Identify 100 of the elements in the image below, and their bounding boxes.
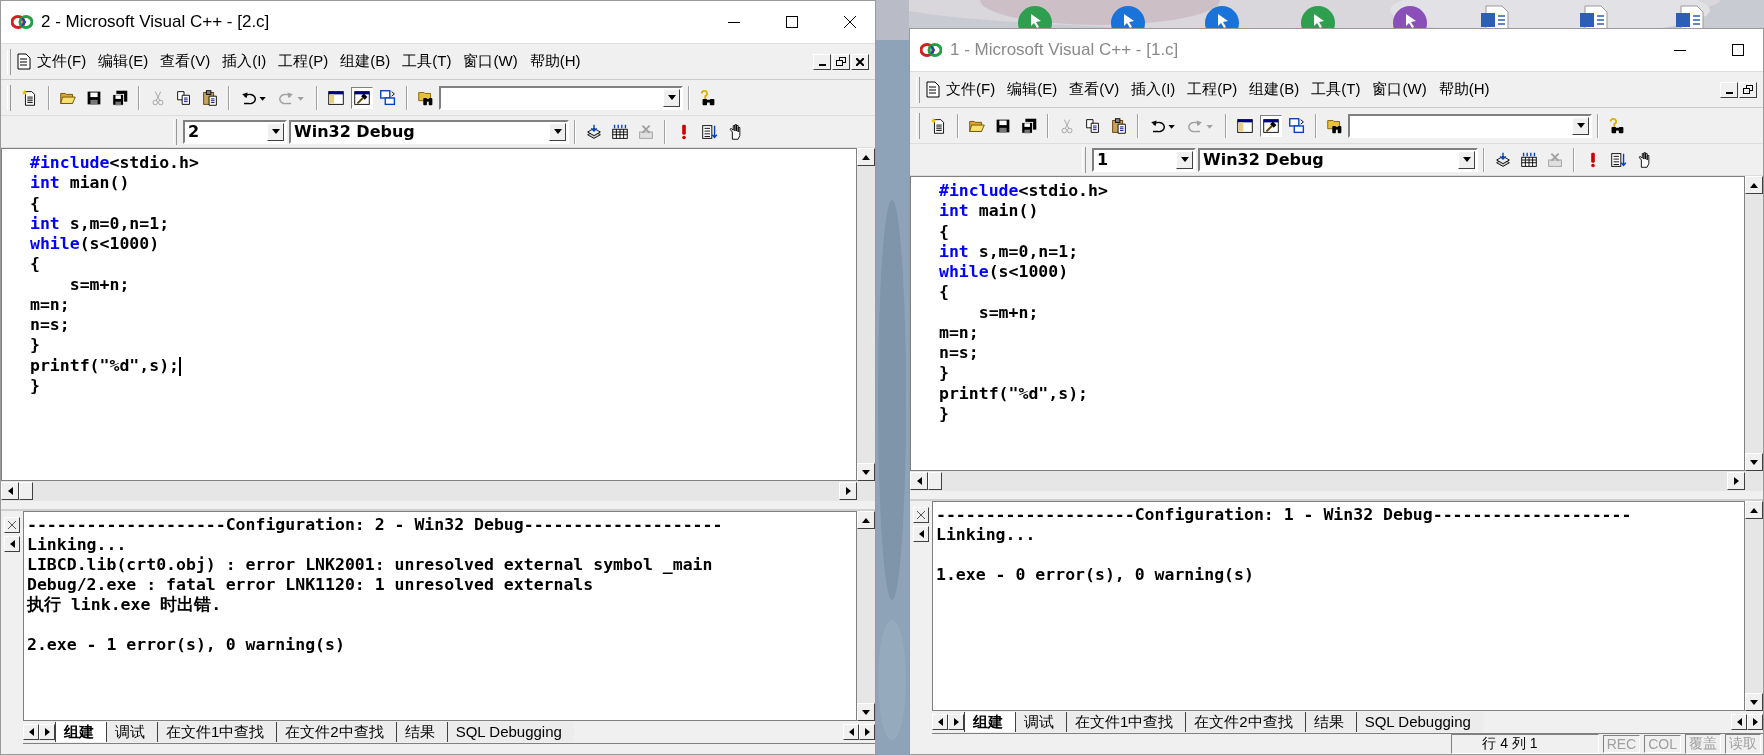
dropdown-button[interactable] bbox=[1458, 150, 1475, 169]
code-line: } bbox=[30, 375, 40, 396]
menu-item[interactable]: 帮助(H) bbox=[523, 50, 587, 73]
tab-scroll-left-button[interactable] bbox=[23, 724, 39, 740]
output-tab[interactable]: 在文件1中查找 bbox=[1066, 712, 1186, 732]
dropdown-button[interactable] bbox=[267, 122, 284, 141]
scroll-up-button[interactable] bbox=[857, 148, 875, 166]
menu-item[interactable]: 工程(P) bbox=[272, 50, 335, 73]
output-tab[interactable]: 调试 bbox=[106, 722, 157, 742]
scroll-right-button[interactable] bbox=[859, 724, 875, 740]
output-line: Debug/2.exe : fatal error LNK1120: 1 unresolved externals bbox=[27, 575, 595, 595]
app-icon[interactable] bbox=[1110, 4, 1146, 28]
output-tab[interactable]: 在文件2中查找 bbox=[276, 722, 396, 742]
triangle-right-icon bbox=[1733, 477, 1739, 485]
output-line: 1.exe - 0 error(s), 0 warning(s) bbox=[936, 565, 1255, 585]
app-icon[interactable] bbox=[1204, 4, 1240, 28]
dock-button[interactable] bbox=[4, 536, 20, 552]
output-tab[interactable]: 结果 bbox=[1304, 712, 1356, 732]
output-tab[interactable]: 组建 bbox=[55, 722, 106, 742]
scroll-left-button[interactable] bbox=[1731, 714, 1747, 730]
minimize-icon bbox=[1725, 91, 1733, 94]
triangle-left-icon bbox=[9, 540, 15, 548]
close-icon bbox=[8, 521, 16, 529]
window-title: 2 - Microsoft Visual C++ - [2.c] bbox=[41, 12, 270, 32]
code-line: #include<stdio.h> bbox=[939, 181, 1108, 202]
tab-scroll-left-button[interactable] bbox=[932, 714, 948, 730]
code-line: int s,m=0,n=1; bbox=[939, 241, 1079, 262]
scroll-left-button[interactable] bbox=[1, 482, 19, 500]
output-tab[interactable]: 在文件1中查找 bbox=[157, 722, 277, 742]
document-icon[interactable] bbox=[1673, 4, 1707, 28]
output-tab[interactable]: 在文件2中查找 bbox=[1185, 712, 1305, 732]
code-editor[interactable]: #include<stdio.h> int mian() { int s,m=0,n=1; while(s<1000) { s=m+n; m=n; n=s; } printf("%d",s); } bbox=[1, 148, 857, 481]
scroll-up-button[interactable] bbox=[857, 511, 875, 529]
tab-scroll-right-button[interactable] bbox=[948, 714, 964, 730]
menu-item[interactable]: 插入(I) bbox=[216, 50, 273, 73]
find-combo[interactable] bbox=[439, 85, 683, 110]
code-line: s=m+n; bbox=[68, 274, 130, 295]
code-line: { bbox=[939, 282, 949, 303]
dropdown-button[interactable] bbox=[549, 122, 566, 141]
app-icon[interactable] bbox=[1392, 4, 1428, 28]
output-tab[interactable]: 组建 bbox=[964, 712, 1015, 732]
menu-item[interactable]: 工具(T) bbox=[396, 50, 458, 73]
minimize-icon bbox=[818, 63, 826, 66]
minimize-button[interactable] bbox=[813, 53, 831, 70]
triangle-right-icon bbox=[1752, 718, 1758, 726]
menu-item[interactable]: 查看(V) bbox=[154, 50, 217, 73]
scroll-left-button[interactable] bbox=[843, 724, 859, 740]
close-button[interactable] bbox=[4, 517, 20, 533]
triangle-down-icon bbox=[862, 469, 870, 475]
code-line: int main() bbox=[939, 201, 1039, 222]
menu-item[interactable]: 组建(B) bbox=[334, 50, 397, 73]
output-line: 2.exe - 1 error(s), 0 warning(s) bbox=[27, 635, 346, 655]
code-line: } bbox=[939, 403, 949, 424]
output-tab[interactable]: SQL Debugging bbox=[1355, 712, 1483, 732]
project-combo[interactable]: 2 bbox=[183, 119, 287, 144]
code-line: { bbox=[30, 193, 40, 214]
scroll-right-button[interactable] bbox=[1747, 714, 1763, 730]
vertical-scrollbar[interactable] bbox=[857, 511, 875, 721]
vertical-scrollbar[interactable] bbox=[857, 148, 875, 481]
document-icon[interactable] bbox=[17, 53, 31, 70]
horizontal-scrollbar[interactable] bbox=[1, 481, 875, 501]
scroll-down-button[interactable] bbox=[1745, 693, 1763, 711]
restore-button[interactable] bbox=[832, 53, 850, 70]
dropdown-button[interactable] bbox=[1572, 116, 1589, 135]
code-line: n=s; bbox=[939, 343, 979, 364]
scroll-thumb[interactable] bbox=[19, 482, 33, 500]
triangle-down-icon bbox=[862, 709, 870, 715]
code-line: while(s<1000) bbox=[30, 234, 160, 255]
hammer-window-icon[interactable] bbox=[351, 86, 373, 109]
triangle-left-icon bbox=[1736, 718, 1742, 726]
triangle-up-icon bbox=[862, 154, 870, 160]
document-icon[interactable] bbox=[1478, 4, 1512, 28]
output-line: --------------------Configuration: 2 - Win32 Debug-------------------- bbox=[27, 515, 724, 535]
tab-scroll-right-button[interactable] bbox=[39, 724, 55, 740]
app-icon[interactable] bbox=[1017, 4, 1053, 28]
configuration-combo[interactable]: Win32 Debug bbox=[289, 119, 569, 144]
scroll-right-button[interactable] bbox=[839, 482, 857, 500]
app-icon[interactable] bbox=[1300, 4, 1336, 28]
code-line: { bbox=[939, 221, 949, 242]
dropdown-button[interactable] bbox=[663, 88, 680, 107]
output-line: --------------------Configuration: 1 - Win32 Debug-------------------- bbox=[936, 505, 1633, 525]
menu-item[interactable]: 文件(F) bbox=[31, 50, 93, 73]
close-icon[interactable] bbox=[843, 15, 857, 29]
document-icon[interactable] bbox=[1577, 4, 1611, 28]
output-tab[interactable]: 调试 bbox=[1015, 712, 1066, 732]
dropdown-button[interactable] bbox=[1176, 150, 1193, 169]
maximize-icon[interactable] bbox=[785, 15, 799, 29]
output-tab[interactable]: 结果 bbox=[395, 722, 447, 742]
scroll-up-button[interactable] bbox=[1745, 501, 1763, 519]
output-line: LIBCD.lib(crt0.obj) : error LNK2001: unresolved external symbol _main bbox=[27, 555, 714, 575]
close-button[interactable] bbox=[851, 53, 869, 70]
code-line: int s,m=0,n=1; bbox=[30, 213, 170, 234]
status-indicator: REC bbox=[1602, 735, 1641, 753]
scroll-down-button[interactable] bbox=[857, 703, 875, 721]
scroll-down-button[interactable] bbox=[857, 463, 875, 481]
output-line: Linking... bbox=[936, 525, 1037, 545]
output-tab[interactable]: SQL Debugging bbox=[446, 722, 574, 742]
menu-item[interactable]: 编辑(E) bbox=[92, 50, 155, 73]
menu-item[interactable]: 窗口(W) bbox=[457, 50, 524, 73]
code-line: n=s; bbox=[30, 315, 70, 336]
